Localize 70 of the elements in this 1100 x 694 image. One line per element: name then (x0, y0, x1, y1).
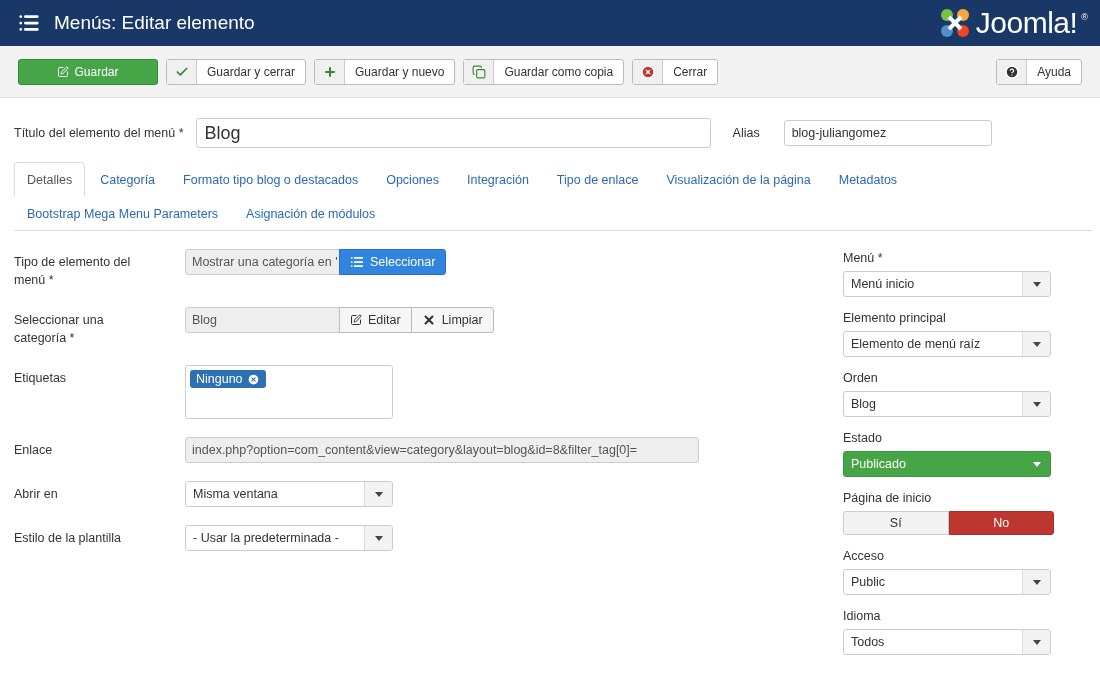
select-field[interactable]: Public (843, 569, 1051, 595)
logo-text: Joomla! (975, 6, 1078, 40)
select-field[interactable]: Misma ventana (185, 481, 393, 507)
tab[interactable]: Categoría (87, 162, 169, 196)
field-label: Acceso (843, 549, 885, 563)
toolbar-button[interactable]: Guardar y nuevo (314, 58, 456, 85)
link-field[interactable]: index.php?option=com_content&view=category&layout=blog&id=8&filter_tag[0]= (185, 437, 699, 463)
tab[interactable]: Visualización de la página (653, 162, 824, 196)
field-label: Alias (732, 126, 760, 140)
copy-icon (471, 64, 486, 79)
field-label: Etiquetas (14, 370, 68, 387)
caret-icon (1032, 579, 1041, 585)
caret-icon (374, 491, 383, 497)
field-label: Estilo de la plantilla (14, 530, 122, 547)
tag-chip[interactable]: Ninguno (190, 370, 266, 388)
toggle-option[interactable]: Sí (843, 511, 949, 535)
field-label: Página de inicio (843, 491, 933, 505)
x-icon (421, 313, 436, 327)
toolbar-button[interactable]: Guardar como copia (463, 58, 625, 85)
tab[interactable]: Asignación de módulos (233, 196, 389, 230)
readonly-field[interactable]: Blog (185, 307, 340, 333)
field-label: Estado (843, 431, 883, 445)
tab[interactable]: Bootstrap Mega Menu Parameters (14, 196, 232, 230)
tab[interactable]: Metadatos (825, 162, 911, 196)
tab[interactable]: Integración (454, 162, 542, 196)
field-label: Menú * (843, 251, 884, 265)
list-icon (350, 255, 364, 269)
page-title: Menús: Editar elemento (54, 12, 256, 34)
caret-icon (1032, 281, 1041, 287)
field-label: Tipo de elemento del menú * (14, 254, 132, 289)
remove-icon[interactable] (246, 372, 260, 386)
caret-icon (1032, 461, 1041, 467)
select-field[interactable]: Menú inicio (843, 271, 1051, 297)
tags-field[interactable]: Ninguno (185, 365, 393, 419)
select-field[interactable]: Elemento de menú raíz (843, 331, 1051, 357)
field-label: Idioma (843, 609, 882, 623)
field-label: Elemento principal (843, 311, 947, 325)
registered-mark: ® (1081, 12, 1088, 22)
alias-input[interactable]: blog-juliangomez (783, 120, 992, 146)
caret-icon (1032, 341, 1041, 347)
tab[interactable]: Tipo de enlace (543, 162, 652, 196)
edit-icon (57, 65, 70, 78)
field-label: Orden (843, 371, 879, 385)
plus-icon (322, 64, 337, 79)
tab[interactable]: Detalles (14, 162, 86, 196)
toggle-option[interactable]: No (948, 511, 1054, 535)
edit-icon (350, 314, 362, 326)
field-label: Seleccionar una categoría * (14, 312, 105, 347)
field-button[interactable]: Seleccionar (339, 249, 447, 275)
field-label: Abrir en (14, 486, 59, 503)
menu-icon (18, 12, 40, 34)
close-icon (640, 64, 655, 79)
tab[interactable]: Formato tipo blog o destacados (170, 162, 372, 196)
help-icon (1004, 64, 1019, 79)
help-button[interactable]: Ayuda (996, 58, 1082, 85)
caret-icon (1032, 639, 1041, 645)
field-button[interactable]: Limpiar (410, 307, 494, 333)
title-input[interactable]: Blog (195, 118, 711, 148)
tab[interactable]: Opciones (373, 162, 452, 196)
field-label: Enlace (14, 442, 54, 459)
field-label: Título del elemento del menú * (14, 126, 184, 140)
caret-icon (374, 535, 383, 541)
toolbar-button[interactable]: Guardar y cerrar (166, 58, 307, 85)
field-button[interactable]: Editar (339, 307, 412, 333)
select-field[interactable]: Blog (843, 391, 1051, 417)
caret-icon (1032, 401, 1041, 407)
select-field[interactable]: - Usar la predeterminada - (185, 525, 393, 551)
toolbar-button[interactable]: Cerrar (632, 58, 719, 85)
readonly-field[interactable]: Mostrar una categoría en ' (185, 249, 340, 275)
select-field[interactable]: Todos (843, 629, 1051, 655)
